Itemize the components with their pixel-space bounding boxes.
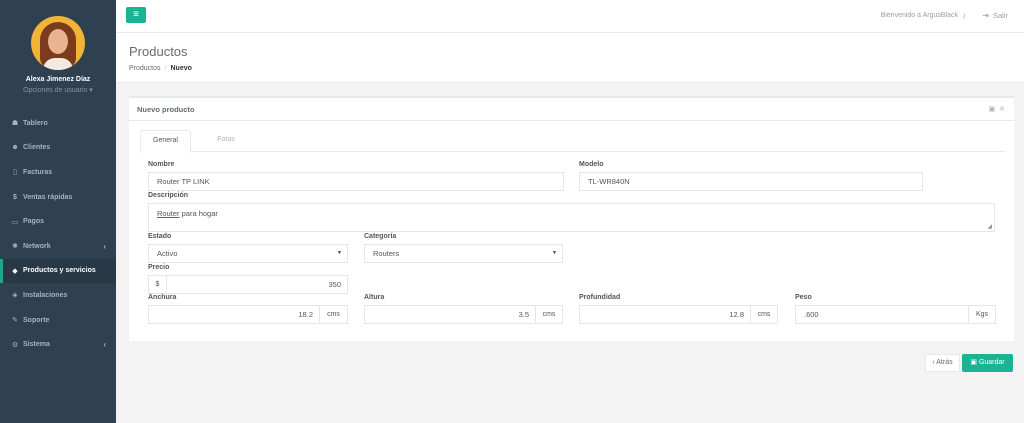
sidebar-item-label: Ventas rápidas — [23, 193, 73, 201]
estado-label: Estado — [148, 233, 172, 240]
select-arrow-icon: ▼ — [552, 250, 557, 256]
breadcrumb: Productos / Nuevo — [129, 65, 1024, 72]
sidebar-item-pagos[interactable]: ▭ Pagos — [0, 209, 116, 234]
profundidad-label: Profundidad — [579, 294, 621, 301]
modelo-label: Modelo — [579, 161, 604, 168]
breadcrumb-productos[interactable]: Productos — [129, 65, 161, 72]
estado-select[interactable]: Activo ▼ — [148, 244, 348, 263]
user-options-dropdown[interactable]: Opciones de usuario ▾ — [23, 86, 93, 94]
sidebar-item-label: Soporte — [23, 316, 50, 324]
hamburger-icon: ≡ — [133, 9, 139, 20]
categoria-label: Categoría — [364, 233, 397, 240]
anchura-unit: cms — [319, 305, 348, 324]
logout-link[interactable]: ⇥ Salir — [982, 11, 1008, 20]
form-tabs: General Fotos — [140, 130, 1005, 153]
tab-general[interactable]: General — [140, 130, 191, 153]
sidebar-item-tablero[interactable]: ☗ Tablero — [0, 111, 116, 136]
tool-icon: ◈ — [12, 292, 18, 300]
welcome-text: Bienvenido a ArgusBlack — [880, 12, 958, 19]
currency-addon: $ — [148, 275, 167, 294]
profundidad-unit: cms — [750, 305, 778, 324]
descripcion-label: Descripción — [148, 192, 189, 199]
breadcrumb-nuevo: Nuevo — [170, 65, 192, 72]
wrench-icon: ✎ — [12, 317, 18, 325]
anchura-input[interactable]: 18.2 — [148, 305, 320, 324]
sidebar-item-soporte[interactable]: ✎ Soporte — [0, 308, 116, 333]
peso-label: Peso — [795, 294, 812, 301]
panel-title-text: Nuevo producto — [137, 105, 195, 114]
breadcrumb-separator: / — [164, 65, 167, 72]
chevron-left-icon: ‹ — [103, 340, 106, 350]
sidebar-item-network[interactable]: ✱ Network ‹ — [0, 234, 116, 259]
save-label: Guardar — [978, 359, 1005, 366]
peso-input[interactable]: .600 — [795, 305, 969, 324]
peso-unit: Kgs — [968, 305, 996, 324]
sidebar-item-productos[interactable]: ◆ Productos y servicios — [0, 258, 116, 284]
sidebar-item-sistema[interactable]: ⚙ Sistema ‹ — [0, 332, 116, 357]
estado-selected-value: Activo — [157, 249, 178, 258]
sidebar-item-label: Facturas — [23, 168, 53, 176]
sidebar: Alexa Jimenez Díaz Opciones de usuario ▾… — [0, 0, 116, 423]
resize-grip-icon[interactable]: ◢ — [987, 223, 992, 230]
altura-unit: cms — [535, 305, 563, 324]
altura-input[interactable]: 3.5 — [364, 305, 536, 324]
nombre-input[interactable]: Router TP LINK — [148, 172, 564, 191]
page-title: Productos — [129, 44, 188, 59]
sidebar-item-label: Network — [23, 242, 51, 250]
sidebar-item-clientes[interactable]: ☻ Clientes — [0, 136, 116, 161]
card-icon: ▭ — [11, 218, 19, 226]
menu-toggle-button[interactable]: ≡ — [126, 7, 146, 23]
modelo-input[interactable]: TL-WR840N — [579, 172, 923, 191]
select-arrow-icon: ▼ — [337, 250, 342, 256]
sidebar-item-label: Instalaciones — [23, 291, 68, 299]
sidebar-item-facturas[interactable]: ▯ Facturas — [0, 160, 116, 185]
sidebar-item-label: Tablero — [23, 119, 48, 127]
cogs-icon: ⚙ — [11, 341, 19, 349]
dashboard-icon: ☗ — [11, 120, 19, 128]
save-button[interactable]: ▣ Guardar — [962, 354, 1013, 372]
tag-icon: ◆ — [12, 267, 18, 275]
sign-out-icon: ⇥ — [982, 11, 989, 20]
panel-title: Nuevo producto ▣ ✕ — [129, 98, 1014, 121]
logout-label: Salir — [992, 11, 1008, 20]
user-name: Alexa Jimenez Díaz — [25, 76, 91, 83]
page-heading: Productos Productos / Nuevo — [116, 33, 1024, 83]
sidebar-item-label: Pagos — [23, 218, 45, 226]
save-icon: ▣ — [970, 359, 977, 366]
categoria-select[interactable]: Routers ▼ — [364, 244, 563, 263]
tab-fotos[interactable]: Fotos — [206, 130, 246, 152]
user-profile: Alexa Jimenez Díaz Opciones de usuario ▾ — [0, 0, 116, 110]
categoria-selected-value: Routers — [373, 249, 400, 258]
sidebar-nav: ☗ Tablero ☻ Clientes ▯ Facturas $ Ventas… — [0, 111, 116, 357]
altura-label: Altura — [364, 294, 385, 301]
sidebar-item-label: Clientes — [23, 144, 51, 152]
precio-label: Precio — [148, 264, 170, 271]
precio-input[interactable]: 350 — [166, 275, 348, 294]
descripcion-text-rest: para hogar — [179, 209, 218, 218]
sidebar-item-ventas-rapidas[interactable]: $ Ventas rápidas — [0, 185, 116, 210]
back-button[interactable]: ‹ Atrás — [925, 354, 960, 372]
sidebar-item-instalaciones[interactable]: ◈ Instalaciones — [0, 283, 116, 308]
chevron-left-icon: ‹ — [103, 241, 106, 251]
file-icon: ▯ — [13, 169, 17, 177]
profundidad-input[interactable]: 12.8 — [579, 305, 751, 324]
top-navbar: ≡ Bienvenido a ArgusBlack ♪ ⇥ Salir — [116, 0, 1024, 33]
nombre-label: Nombre — [148, 161, 175, 168]
panel-tools-icons[interactable]: ▣ ✕ — [989, 105, 1006, 113]
bell-icon[interactable]: ♪ — [962, 11, 966, 20]
network-icon: ✱ — [12, 243, 18, 251]
avatar[interactable] — [31, 16, 85, 70]
descripcion-text-word: Router — [157, 209, 180, 218]
descripcion-textarea[interactable]: Router para hogar ◢ — [148, 203, 995, 232]
users-icon: ☻ — [11, 144, 19, 152]
sidebar-item-label: Sistema — [23, 341, 50, 349]
dollar-icon: $ — [13, 193, 17, 201]
sidebar-item-label: Productos y servicios — [23, 267, 96, 275]
new-product-panel: Nuevo producto ▣ ✕ General Fotos Nombre … — [129, 96, 1014, 341]
anchura-label: Anchura — [148, 294, 177, 301]
